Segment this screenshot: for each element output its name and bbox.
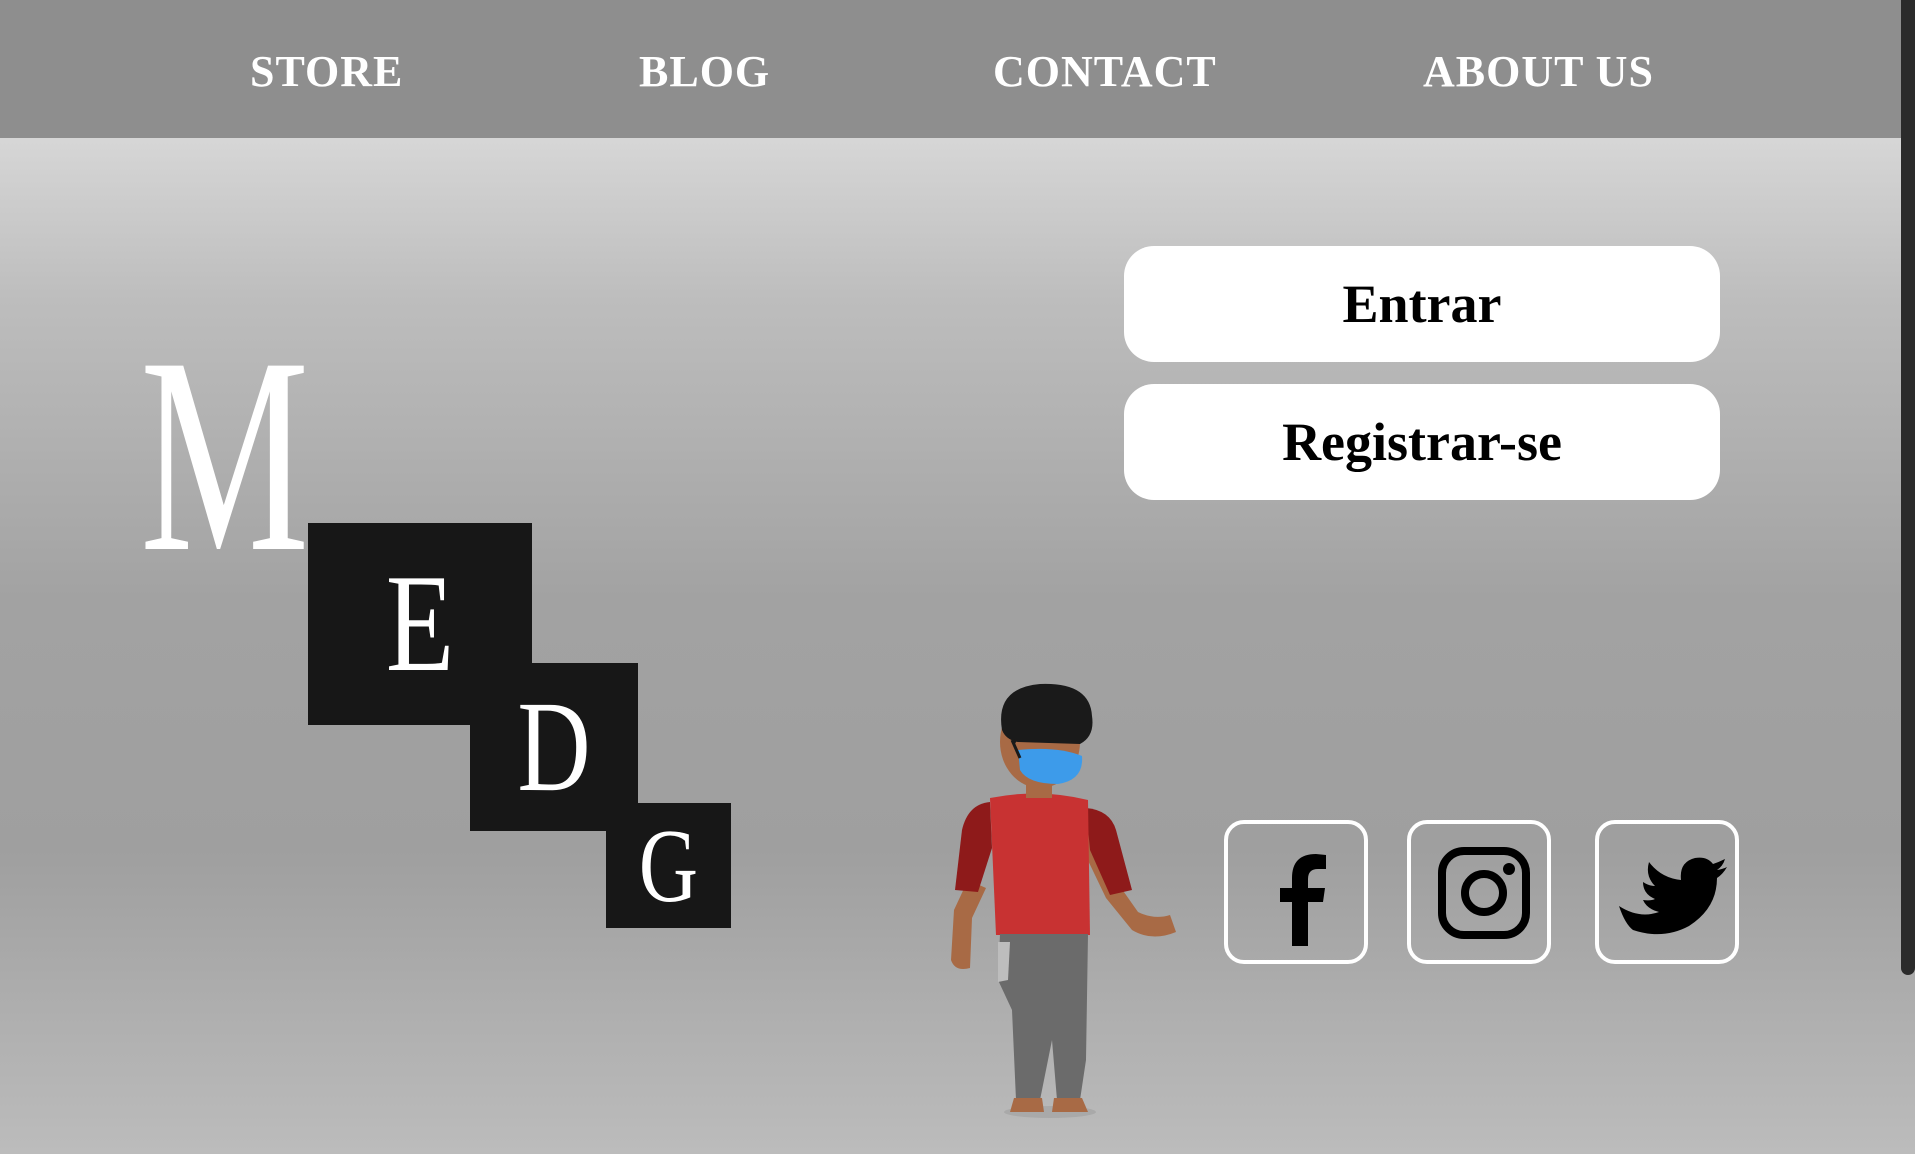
logo-letter-g: G [638, 807, 699, 924]
logo-letter-m: M [140, 299, 310, 610]
instagram-icon [1438, 847, 1530, 939]
login-button[interactable]: Entrar [1124, 246, 1720, 362]
twitter-icon [1619, 857, 1727, 935]
nav-link-store[interactable]: STORE [250, 46, 403, 97]
masked-person-illustration [951, 683, 1176, 1118]
twitter-link[interactable] [1595, 820, 1739, 964]
top-navigation: STORE BLOG CONTACT ABOUT US [0, 0, 1915, 138]
register-button[interactable]: Registrar-se [1124, 384, 1720, 500]
nav-link-blog[interactable]: BLOG [639, 46, 770, 97]
nav-link-about-us[interactable]: ABOUT US [1423, 46, 1654, 97]
nav-link-contact[interactable]: CONTACT [993, 46, 1217, 97]
page-scrollbar[interactable] [1901, 0, 1915, 975]
facebook-icon [1280, 854, 1326, 946]
logo-letter-d: D [517, 675, 591, 819]
instagram-link[interactable] [1407, 820, 1551, 964]
facebook-link[interactable] [1224, 820, 1368, 964]
logo-tile-g: G [606, 803, 731, 928]
